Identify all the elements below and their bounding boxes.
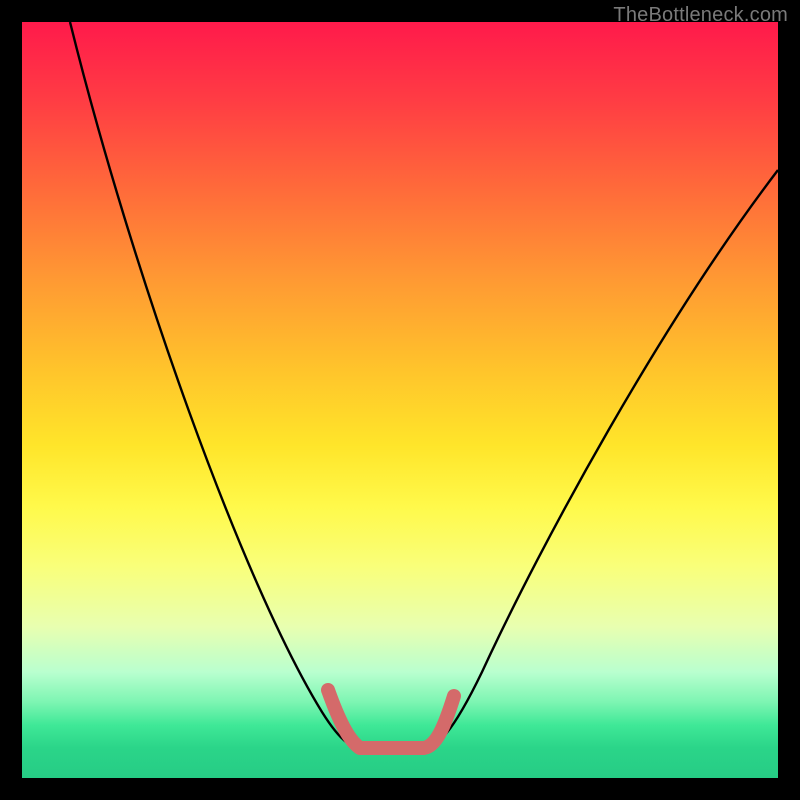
main-curve-path bbox=[70, 22, 778, 748]
watermark-text: TheBottleneck.com bbox=[613, 4, 788, 27]
chart-area bbox=[22, 22, 778, 778]
highlight-band-path bbox=[328, 690, 454, 748]
bottleneck-curve bbox=[22, 22, 778, 778]
